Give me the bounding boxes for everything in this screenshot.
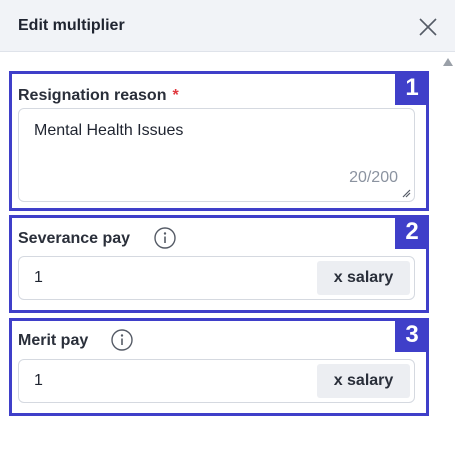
annotation-badge-2: 2 [395,215,429,249]
merit-pay-input[interactable]: 1 x salary [18,359,415,403]
close-icon [419,18,437,36]
severance-pay-input[interactable]: 1 x salary [18,256,415,300]
dialog-header: Edit multiplier [0,0,455,52]
scroll-up-arrow-icon[interactable] [443,58,453,66]
severance-pay-value: 1 [34,269,43,286]
annotation-badge-1: 1 [395,71,429,105]
dialog-title: Edit multiplier [18,17,125,34]
resignation-reason-label-text: Resignation reason [18,87,167,104]
merit-pay-value: 1 [34,372,43,389]
scrollbar[interactable] [441,53,455,457]
resignation-reason-label: Resignation reason * [18,87,179,105]
info-icon[interactable] [154,227,176,249]
edit-multiplier-dialog: Edit multiplier 1 Resignation reason * Me… [0,0,455,457]
annotation-badge-3: 3 [395,318,429,352]
info-icon[interactable] [111,329,133,351]
merit-pay-label: Merit pay [18,332,89,349]
resignation-reason-value: Mental Health Issues [34,122,184,139]
merit-pay-section: 3 Merit pay 1 x salary [9,318,429,416]
severance-pay-suffix: x salary [317,261,410,295]
resignation-reason-textarea[interactable]: Mental Health Issues 20/200 [18,108,415,202]
resize-handle-icon[interactable] [401,188,411,198]
required-asterisk: * [172,87,179,104]
close-button[interactable] [417,16,439,38]
merit-pay-suffix: x salary [317,364,410,398]
character-counter: 20/200 [349,169,398,186]
severance-pay-label: Severance pay [18,230,131,247]
resignation-reason-section: 1 Resignation reason * Mental Health Issu… [9,71,429,211]
severance-pay-section: 2 Severance pay 1 x salary [9,215,429,313]
